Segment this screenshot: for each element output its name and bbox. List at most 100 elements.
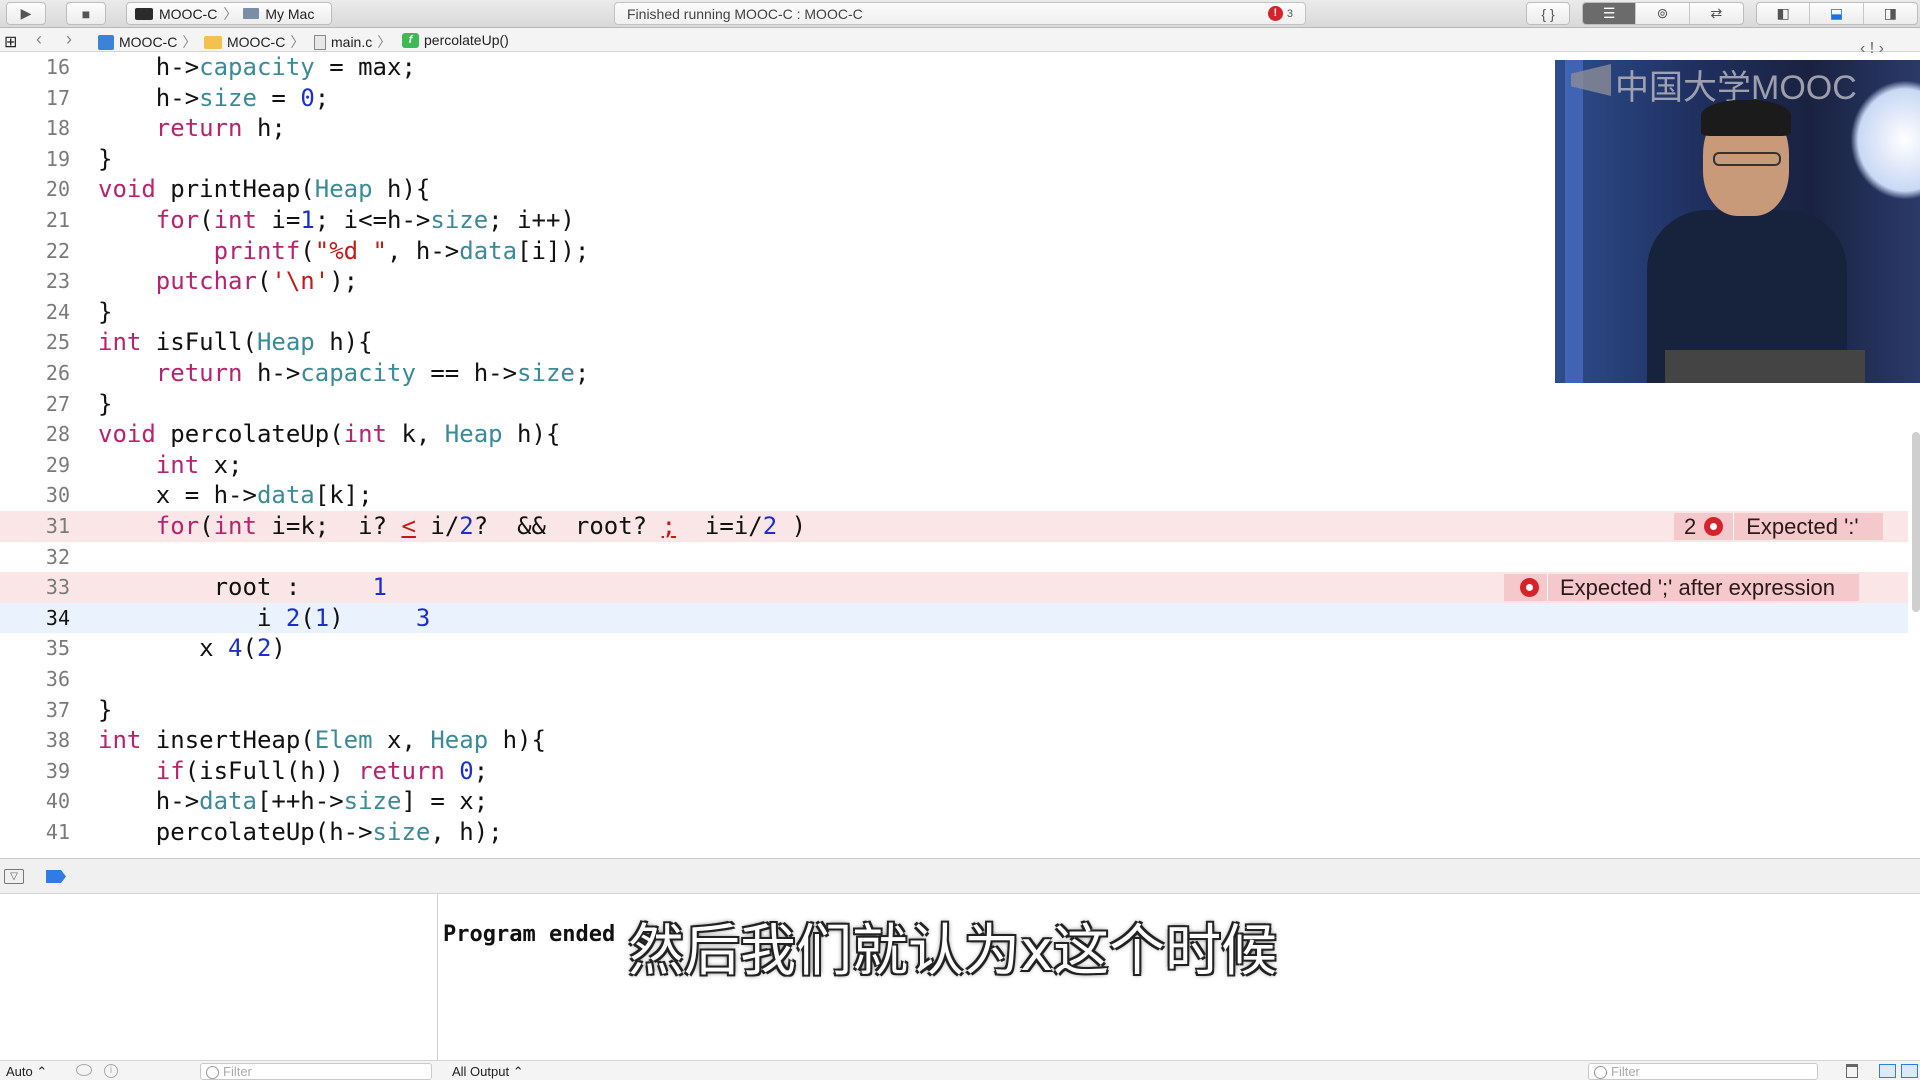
status-error-badge[interactable]: ! 3 — [1267, 6, 1293, 21]
line-number: 21 — [45, 208, 70, 232]
stop-icon: ■ — [81, 5, 91, 22]
line-number: 25 — [45, 330, 70, 355]
stop-button[interactable]: ■ — [66, 2, 106, 25]
code-line[interactable]: 41 percolateUp(h->size, h); — [0, 817, 1908, 848]
console-filter-input[interactable]: Filter — [1588, 1063, 1818, 1080]
line-number: 27 — [45, 391, 70, 416]
code-text: printf("%d ", h->data[i]); — [213, 236, 590, 265]
code-text: h->data[++h->size] = x; — [98, 787, 489, 816]
code-line[interactable]: 39 if(isFull(h)) return 0; — [0, 756, 1908, 787]
assistant-editor-button[interactable]: ⊚ — [1636, 3, 1690, 24]
output-selector[interactable]: All Output ⌃ — [452, 1064, 524, 1080]
line-number: 35 — [45, 636, 70, 661]
hide-debug-area-icon[interactable]: ▽ — [4, 869, 24, 884]
code-text: void printHeap(Heap h){ — [98, 175, 431, 204]
back-icon[interactable]: ‹ — [36, 29, 42, 50]
jump-file[interactable]: main.c 〉 — [314, 32, 391, 52]
code-line[interactable]: 38 int insertHeap(Elem x, Heap h){ — [0, 725, 1908, 756]
split-left-icon[interactable] — [1879, 1064, 1896, 1078]
line-number: 39 — [45, 758, 70, 783]
line-number: 20 — [45, 177, 70, 202]
issue-navigator-arrows[interactable]: ‹ ! › — [1860, 40, 1884, 58]
standard-editor-button[interactable]: ☰ — [1583, 3, 1637, 24]
breakpoints-toggle-icon[interactable] — [46, 870, 66, 883]
variables-filter-input[interactable]: Filter — [200, 1063, 432, 1080]
error-icon — [1704, 517, 1724, 536]
code-line[interactable]: 29 int x; — [0, 450, 1908, 481]
forward-icon[interactable]: › — [66, 29, 72, 50]
code-line[interactable]: 36 — [0, 664, 1908, 695]
code-text: putchar('\n'); — [155, 267, 359, 296]
code-text: x 4(2) — [98, 634, 286, 663]
jump-folder[interactable]: MOOC-C 〉 — [204, 32, 304, 52]
code-text: h->capacity = max; — [98, 53, 416, 81]
laptop — [1665, 350, 1865, 383]
issue-icon-cell — [1504, 574, 1548, 602]
error-count: 3 — [1286, 7, 1293, 20]
debug-area-toggle-button[interactable]: ⬓ — [1810, 3, 1864, 24]
issue-badge-line31[interactable]: 2 Expected ':' — [1674, 513, 1883, 540]
info-icon[interactable]: i — [104, 1064, 118, 1078]
video-subtitle: 然后我们就认为x这个时候 — [628, 919, 1278, 984]
jump-function[interactable]: f percolateUp() — [402, 32, 509, 48]
issue-message: Expected ':' — [1746, 513, 1859, 539]
code-line-error[interactable]: 31 for(int i=k; i? < i/2? && root? ; i=i… — [0, 511, 1908, 542]
library-button[interactable]: { } — [1526, 2, 1570, 25]
issue-message: Expected ';' after expression — [1560, 574, 1835, 600]
code-line[interactable]: 37} — [0, 695, 1908, 726]
eye-icon[interactable] — [76, 1064, 92, 1076]
code-text: for(int i=k; i? < i/2? && root? ; i=i/2 … — [155, 512, 807, 540]
code-line[interactable]: 27} — [0, 389, 1908, 420]
line-number: 28 — [45, 422, 70, 447]
run-button[interactable]: ▶ — [6, 2, 46, 25]
stage-glow — [1850, 80, 1920, 200]
line-number: 17 — [45, 85, 70, 110]
code-text: int insertHeap(Elem x, Heap h){ — [98, 726, 546, 755]
utilities-toggle-button[interactable]: ◨ — [1864, 3, 1917, 24]
related-items-icon[interactable]: ⊞ — [4, 32, 17, 52]
version-editor-button[interactable]: ⇄ — [1690, 3, 1743, 24]
code-line[interactable]: 35 x 4(2) — [0, 633, 1908, 664]
code-text: root : 1 — [98, 573, 387, 602]
line-number: 26 — [45, 361, 70, 385]
editor-scrollbar[interactable] — [1912, 432, 1920, 612]
issue-badge-line33[interactable]: Expected ';' after expression — [1504, 574, 1859, 602]
split-right-icon[interactable] — [1901, 1064, 1918, 1078]
toolbar: ▶ ■ MOOC-C 〉 My Mac Finished running MOO… — [0, 0, 1920, 28]
play-icon: ▶ — [20, 5, 32, 21]
scheme-selector[interactable]: MOOC-C 〉 My Mac — [126, 2, 332, 25]
code-line-error[interactable]: 33 root : 1 Expected ';' after expressio… — [0, 572, 1908, 603]
right-panel-icon: ◨ — [1883, 5, 1897, 21]
line-number: 34 — [45, 605, 70, 630]
line-number: 38 — [45, 728, 70, 753]
jump-project[interactable]: MOOC-C 〉 — [98, 32, 196, 52]
activity-status: Finished running MOOC-C : MOOC-C ! 3 — [614, 2, 1306, 25]
code-text: void percolateUp(int k, Heap h){ — [98, 420, 561, 449]
code-text: x = h->data[k]; — [98, 481, 373, 510]
lecturer-video: 中国大学MOOC — [1555, 60, 1920, 383]
code-text: int isFull(Heap h){ — [98, 328, 373, 357]
jump-project-label: MOOC-C — [119, 34, 178, 50]
code-line[interactable]: 30 x = h->data[k]; — [0, 480, 1908, 511]
code-text: for(int i=1; i<=h->size; i++) — [155, 206, 575, 234]
code-line[interactable]: 28 void percolateUp(int k, Heap h){ — [0, 419, 1908, 450]
line-number: 22 — [45, 238, 70, 263]
code-text: i 2(1) 3 — [98, 603, 431, 632]
code-text: return h->capacity == h->size; — [155, 359, 590, 387]
braces-icon: { } — [1541, 5, 1555, 22]
stage-light — [1565, 60, 1583, 383]
status-text: Finished running MOOC-C : MOOC-C — [627, 5, 863, 22]
variables-view[interactable] — [0, 894, 438, 1080]
line-number: 33 — [45, 575, 70, 600]
chevron-right-icon: 〉 — [182, 34, 197, 50]
trash-icon[interactable] — [1846, 1064, 1858, 1078]
line-number: 32 — [45, 544, 70, 569]
code-line-current[interactable]: 34 i 2(1) 3 — [0, 602, 1908, 634]
view-toggle-group: ◧ ⬓ ◨ — [1756, 2, 1918, 25]
auto-selector[interactable]: Auto ⌃ — [6, 1064, 47, 1080]
code-line[interactable]: 32 — [0, 542, 1908, 573]
line-number: 30 — [45, 483, 70, 508]
code-line[interactable]: 40 h->data[++h->size] = x; — [0, 786, 1908, 817]
navigator-toggle-button[interactable]: ◧ — [1757, 3, 1811, 24]
project-icon — [98, 34, 114, 50]
